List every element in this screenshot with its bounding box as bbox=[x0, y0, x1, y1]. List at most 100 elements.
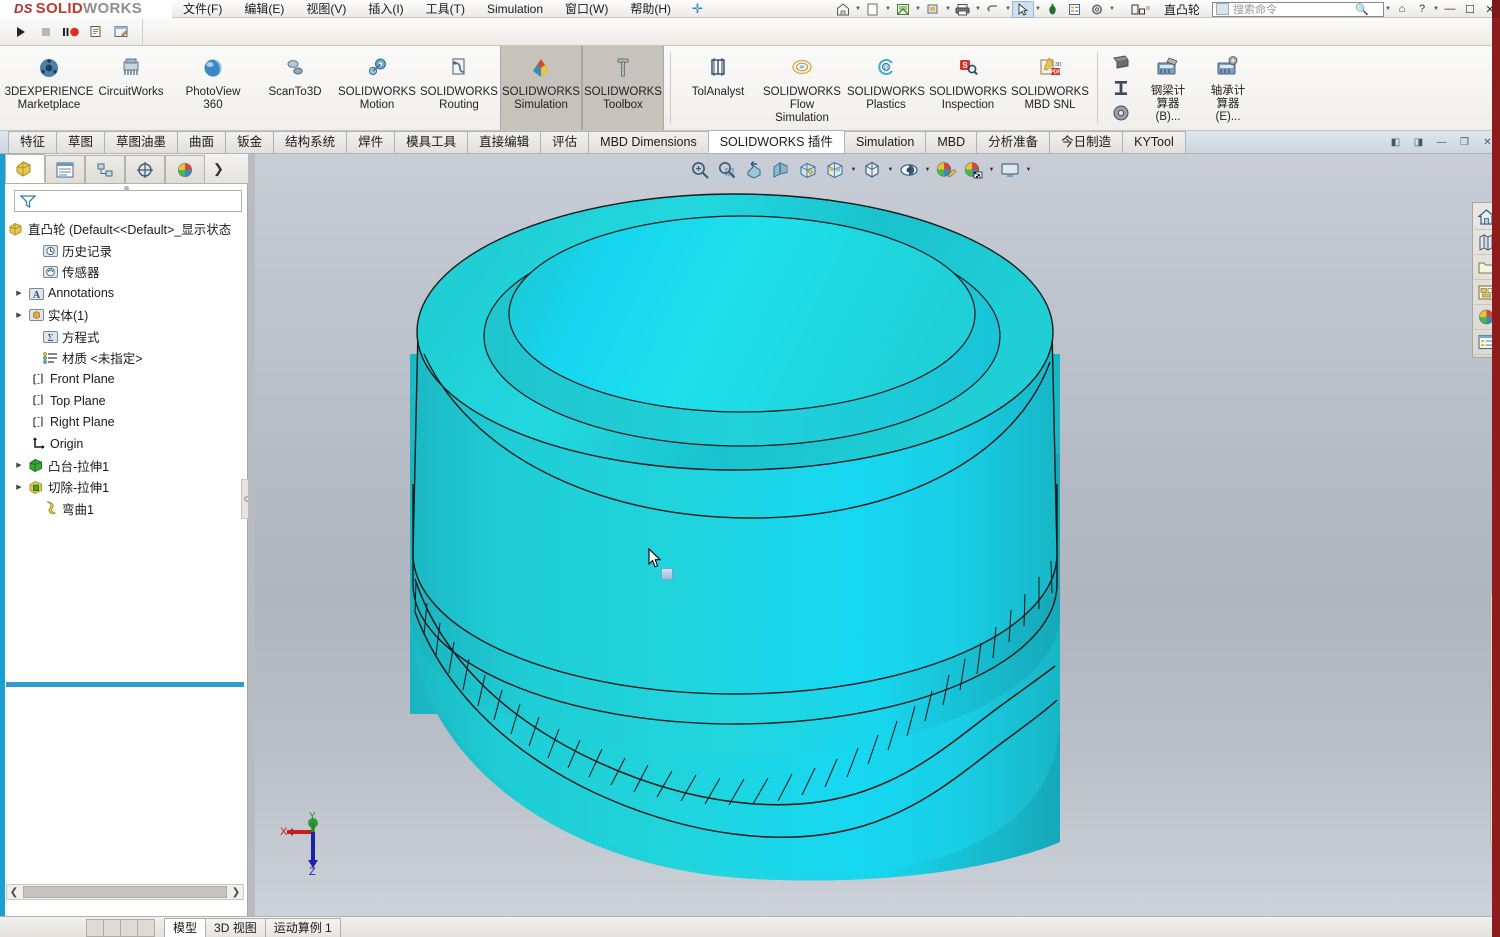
menu-item-window[interactable]: 窗口(W) bbox=[554, 0, 619, 18]
feature-tree-filter-input[interactable] bbox=[14, 190, 242, 212]
stop-macro-button[interactable] bbox=[35, 21, 57, 43]
tab-solidworks-addins[interactable]: SOLIDWORKS 插件 bbox=[707, 130, 845, 153]
tab-evaluate[interactable]: 评估 bbox=[540, 131, 590, 153]
tab-mold-tools[interactable]: 模具工具 bbox=[394, 131, 469, 153]
tab-direct-editing[interactable]: 直接编辑 bbox=[467, 131, 542, 153]
menu-item-tools[interactable]: 工具(T) bbox=[415, 0, 476, 18]
feature-tree-horizontal-scrollbar[interactable]: ❮ ❯ bbox=[6, 884, 244, 900]
tab-simulation[interactable]: Simulation bbox=[843, 131, 927, 153]
ribbon-button-solidworks-toolbox[interactable]: SOLIDWORKS Toolbox bbox=[582, 46, 664, 130]
tab-kytool[interactable]: KYTool bbox=[1122, 131, 1186, 153]
help-caret-icon[interactable]: ▼ bbox=[1432, 1, 1440, 18]
ribbon-button-solidworks-simulation[interactable]: SOLIDWORKS Simulation bbox=[500, 46, 582, 130]
next-document-button[interactable]: ◨ bbox=[1410, 134, 1427, 150]
tab-display-icon[interactable] bbox=[1130, 1, 1152, 18]
edit-macro-button[interactable] bbox=[110, 21, 132, 43]
ribbon-button-solidworks-motion[interactable]: SOLIDWORKS Motion bbox=[336, 46, 418, 130]
help-balloon-icon[interactable]: ⌂ bbox=[1392, 1, 1412, 18]
bottom-icon-2[interactable] bbox=[103, 919, 121, 937]
bottom-icon-1[interactable] bbox=[86, 919, 104, 937]
ribbon-button-solidworks-inspection[interactable]: S SOLIDWORKS Inspection bbox=[927, 46, 1009, 130]
file-properties-icon[interactable] bbox=[1064, 1, 1086, 18]
new-macro-button[interactable] bbox=[85, 21, 107, 43]
tree-item-cut-extrude-1[interactable]: ▶ 切除-拉伸1 bbox=[6, 476, 248, 498]
tree-item-flex-1[interactable]: 弯曲1 bbox=[6, 498, 248, 520]
print-preview-caret-icon[interactable]: ▼ bbox=[944, 1, 952, 18]
tree-item-sensors[interactable]: 传感器 bbox=[6, 261, 248, 283]
more-tabs-chevron-icon[interactable]: ❯ bbox=[213, 161, 224, 183]
panel-splitter[interactable] bbox=[248, 154, 255, 916]
open-document-caret-icon[interactable]: ▼ bbox=[884, 1, 892, 18]
property-manager-tab[interactable] bbox=[45, 155, 85, 183]
open-document-icon[interactable] bbox=[862, 1, 884, 18]
bottom-tab-3d-views[interactable]: 3D 视图 bbox=[205, 918, 266, 937]
tree-item-history[interactable]: 历史记录 bbox=[6, 240, 248, 262]
menu-item-edit[interactable]: 编辑(E) bbox=[233, 0, 295, 18]
tree-expand-arrow[interactable]: ▶ bbox=[12, 289, 26, 297]
restore-document-button[interactable]: ❐ bbox=[1456, 134, 1473, 150]
ribbon-button-solidworks-mbd-snl[interactable]: PDF 3D SOLIDWORKS MBD SNL bbox=[1009, 46, 1091, 130]
structural-member-icon[interactable] bbox=[1110, 52, 1132, 74]
maximize-window-button[interactable]: ☐ bbox=[1460, 1, 1480, 18]
save-caret-icon[interactable]: ▼ bbox=[914, 1, 922, 18]
moment-of-inertia-icon[interactable] bbox=[1110, 77, 1132, 99]
ribbon-button-bearing-calculator[interactable]: 轴承计 算器 (E)... bbox=[1198, 46, 1258, 130]
ribbon-button-beam-calculator[interactable]: 钢梁计 算器 (B)... bbox=[1138, 46, 1198, 130]
search-commands-box[interactable]: 搜索命令 🔍 bbox=[1212, 1, 1384, 17]
tab-surfaces[interactable]: 曲面 bbox=[177, 131, 227, 153]
tab-analysis-preparation[interactable]: 分析准备 bbox=[976, 131, 1051, 153]
undo-icon[interactable] bbox=[982, 1, 1004, 18]
tab-mbd[interactable]: MBD bbox=[925, 131, 978, 153]
tree-item-material[interactable]: 材质 <未指定> bbox=[6, 347, 248, 369]
tree-item-annotations[interactable]: ▶ A Annotations bbox=[6, 283, 248, 305]
scroll-left-arrow-icon[interactable]: ❮ bbox=[7, 887, 21, 898]
tab-structure-system[interactable]: 结构系统 bbox=[273, 131, 348, 153]
tab-sheet-metal[interactable]: 钣金 bbox=[225, 131, 275, 153]
pin-menu-icon[interactable]: ✛ bbox=[682, 1, 713, 17]
rebuild-icon[interactable] bbox=[1042, 1, 1064, 18]
search-scope-icon[interactable] bbox=[1216, 3, 1229, 15]
ribbon-button-tolanalyst[interactable]: TolAnalyst bbox=[677, 46, 759, 130]
cam-part-3d-model[interactable] bbox=[255, 154, 1500, 916]
ribbon-button-solidworks-routing[interactable]: SOLIDWORKS Routing bbox=[418, 46, 500, 130]
tree-item-solid-bodies[interactable]: ▶ 实体(1) bbox=[6, 304, 248, 326]
ribbon-button-3dexperience-marketplace[interactable]: 3DEXPERIENCE Marketplace bbox=[5, 46, 93, 130]
tab-weldments[interactable]: 焊件 bbox=[346, 131, 396, 153]
bottom-icon-3[interactable] bbox=[120, 919, 138, 937]
tab-features[interactable]: 特征 bbox=[8, 131, 58, 153]
ribbon-button-scanto3d[interactable]: ScanTo3D bbox=[254, 46, 336, 130]
tree-item-front-plane[interactable]: Front Plane bbox=[6, 369, 248, 391]
tree-item-right-plane[interactable]: Right Plane bbox=[6, 412, 248, 434]
search-caret-icon[interactable]: ▼ bbox=[1384, 1, 1392, 18]
tree-expand-arrow[interactable]: ▶ bbox=[12, 311, 26, 319]
new-document-icon[interactable] bbox=[832, 1, 854, 18]
cam-icon[interactable] bbox=[1110, 102, 1132, 124]
scroll-right-arrow-icon[interactable]: ❯ bbox=[229, 887, 243, 898]
minimize-document-button[interactable]: — bbox=[1433, 134, 1450, 150]
ribbon-button-photoview-360[interactable]: PhotoView 360 bbox=[172, 46, 254, 130]
tab-sketch[interactable]: 草图 bbox=[56, 131, 106, 153]
tree-item-boss-extrude-1[interactable]: ▶ 凸台-拉伸1 bbox=[6, 455, 248, 477]
ribbon-button-circuitworks[interactable]: CircuitWorks bbox=[90, 46, 172, 130]
menu-item-insert[interactable]: 插入(I) bbox=[357, 0, 414, 18]
feature-manager-tab[interactable] bbox=[5, 154, 45, 183]
tree-expand-arrow[interactable]: ▶ bbox=[12, 483, 26, 491]
menu-item-help[interactable]: 帮助(H) bbox=[619, 0, 682, 18]
tab-sketch-ink[interactable]: 草图油墨 bbox=[104, 131, 179, 153]
tree-item-origin[interactable]: Origin bbox=[6, 433, 248, 455]
options-gear-icon[interactable] bbox=[1086, 1, 1108, 18]
search-icon[interactable]: 🔍 bbox=[1355, 3, 1369, 16]
ribbon-button-solidworks-flow-simulation[interactable]: SOLIDWORKS Flow Simulation bbox=[759, 46, 845, 130]
tree-item-equations[interactable]: Σ 方程式 bbox=[6, 326, 248, 348]
tree-expand-arrow[interactable]: ▶ bbox=[12, 461, 26, 469]
tab-mbd-dimensions[interactable]: MBD Dimensions bbox=[588, 131, 709, 153]
dimxpert-manager-tab[interactable] bbox=[125, 155, 165, 183]
bottom-icon-4[interactable] bbox=[137, 919, 155, 937]
graphics-viewport[interactable]: ▼ ▼ ▼ ▼ ▼ X Y Z bbox=[255, 154, 1500, 916]
ribbon-button-solidworks-plastics[interactable]: P SOLIDWORKS Plastics bbox=[845, 46, 927, 130]
display-manager-tab[interactable] bbox=[165, 155, 205, 183]
menu-item-file[interactable]: 文件(F) bbox=[172, 0, 233, 18]
new-document-caret-icon[interactable]: ▼ bbox=[854, 1, 862, 18]
menu-item-simulation[interactable]: Simulation bbox=[476, 0, 554, 18]
help-icon[interactable]: ? bbox=[1412, 1, 1432, 18]
